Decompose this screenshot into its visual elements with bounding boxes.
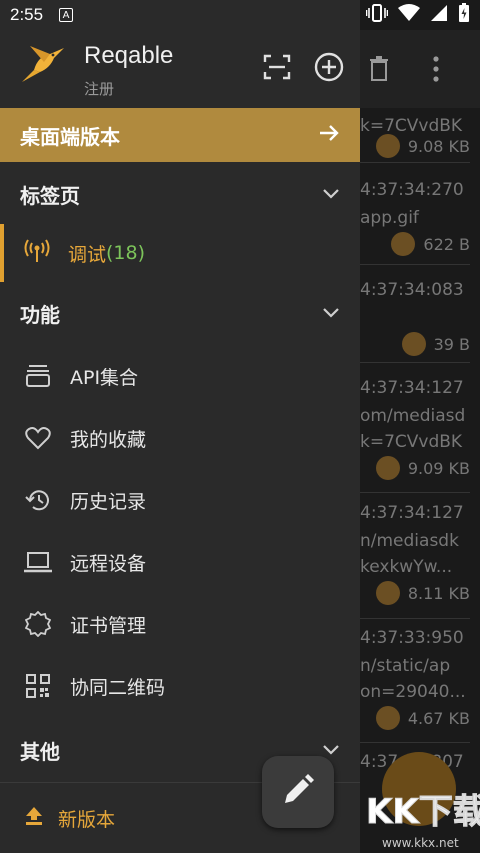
wifi-icon [398, 4, 420, 26]
status-time: 2:55 [10, 5, 44, 24]
list-item-text: 4:37:34:127 [360, 378, 464, 398]
desktop-version-label: 桌面端版本 [20, 124, 120, 149]
laptop-icon [24, 548, 52, 576]
svg-text:www.kkx.net: www.kkx.net [382, 836, 459, 850]
size-label: 8.11 KB [407, 583, 470, 603]
menu-item-label: 我的收藏 [70, 428, 147, 451]
hummingbird-logo-icon [20, 42, 66, 88]
background-toolbar [360, 30, 480, 108]
list-item[interactable]: 4:37:33:950 n/static/ap on=29040... 4.67… [360, 620, 470, 740]
divider [360, 162, 470, 163]
menu-item-certificates[interactable]: 证书管理 [0, 595, 360, 653]
section-title: 其他 [20, 739, 60, 764]
globe-icon [375, 456, 400, 480]
divider [360, 362, 470, 363]
desktop-version-banner[interactable]: 桌面端版本 [0, 108, 360, 162]
list-item-text: 4:37:34:270 [360, 180, 464, 200]
list-item-text: on=29040... [360, 682, 466, 702]
pencil-icon [281, 773, 315, 811]
menu-item-api-collection[interactable]: API集合 [0, 347, 360, 405]
list-item-text: k=7CVvdBK [360, 432, 463, 452]
globe-icon [391, 232, 416, 256]
size-label: 39 B [433, 334, 470, 354]
list-item-text: 4:37:34:127 [360, 503, 464, 523]
section-title: 功能 [20, 302, 60, 327]
scan-icon[interactable] [262, 52, 292, 82]
menu-item-history[interactable]: 历史记录 [0, 471, 360, 529]
divider [360, 492, 470, 493]
tab-debug[interactable]: 调试 (18) [0, 224, 360, 282]
new-version-label: 新版本 [58, 808, 116, 831]
more-vertical-icon[interactable] [432, 56, 440, 86]
drawer-header: Reqable 注册 [0, 30, 360, 108]
signal-icon [430, 4, 448, 26]
divider [360, 618, 470, 619]
list-item[interactable]: 4:37:34:083 39 B [360, 270, 470, 360]
link-icon [401, 332, 426, 356]
menu-item-label: 证书管理 [70, 614, 147, 637]
list-item-text: n/mediasdk [360, 531, 459, 551]
divider [360, 264, 470, 265]
chevron-down-icon [322, 185, 340, 204]
list-item-text: 4:37:33:950 [360, 628, 464, 648]
list-item-text: k=7CVvdBK [360, 116, 463, 136]
menu-item-label: 协同二维码 [70, 676, 166, 699]
list-item[interactable]: 4:37:34:270 app.gif 622 B [360, 170, 470, 260]
file-icon [375, 706, 400, 730]
menu-item-label: API集合 [70, 366, 139, 389]
list-item[interactable]: k=7CVvdBK 9.08 KB [360, 112, 470, 162]
list-item-text: n/static/ap [360, 656, 451, 676]
history-icon [24, 486, 52, 514]
section-features[interactable]: 功能 [0, 285, 360, 341]
chevron-down-icon [322, 304, 340, 323]
qr-code-icon [24, 672, 52, 700]
app-name: Reqable [84, 42, 174, 69]
status-bar: 2:55 A [0, 0, 480, 30]
section-title: 标签页 [20, 183, 80, 208]
svg-text:KK下载: KK下载 [366, 792, 480, 832]
list-item-text: app.gif [360, 208, 419, 228]
menu-item-favorites[interactable]: 我的收藏 [0, 409, 360, 467]
size-label: 4.67 KB [407, 708, 470, 728]
tab-debug-count: (18) [106, 242, 146, 264]
delete-icon[interactable] [368, 56, 390, 86]
divider [360, 742, 470, 743]
list-item[interactable]: 4:37:34:127 n/mediasdk kexkwYw... 8.11 K… [360, 495, 470, 615]
navigation-drawer: Reqable 注册 桌面端版本 标签页 调试 (18) 功能 API集合 我的… [0, 0, 360, 853]
register-link[interactable]: 注册 [84, 78, 114, 99]
kkx-watermark-logo: KK下载 www.kkx.net [360, 775, 480, 853]
battery-icon [458, 3, 470, 27]
antenna-icon [24, 239, 50, 267]
globe-icon [375, 134, 400, 158]
menu-item-label: 历史记录 [70, 490, 147, 513]
list-item-text: kexkwYw... [360, 557, 453, 577]
certificate-icon [24, 610, 52, 638]
heart-icon [24, 424, 52, 452]
notification-badge: A [59, 8, 74, 22]
size-label: 9.08 KB [407, 136, 470, 156]
list-item-text: om/mediasd [360, 406, 466, 426]
menu-item-label: 远程设备 [70, 552, 147, 575]
edit-button[interactable] [262, 756, 334, 828]
menu-item-collab-qr[interactable]: 协同二维码 [0, 657, 360, 715]
tab-debug-label: 调试 [68, 243, 107, 266]
vibrate-icon [365, 4, 389, 26]
add-circle-icon[interactable] [314, 52, 344, 82]
upload-icon [24, 806, 44, 830]
menu-item-remote-devices[interactable]: 远程设备 [0, 533, 360, 591]
globe-icon [375, 581, 400, 605]
active-indicator [0, 224, 4, 282]
arrow-right-icon [318, 123, 340, 147]
collection-icon [24, 362, 52, 390]
size-label: 622 B [423, 234, 470, 254]
size-label: 9.09 KB [407, 458, 470, 478]
list-item[interactable]: 4:37:34:127 om/mediasd k=7CVvdBK 9.09 KB [360, 370, 470, 490]
section-tabs[interactable]: 标签页 [0, 166, 360, 222]
list-item-text: 4:37:34:083 [360, 280, 464, 300]
